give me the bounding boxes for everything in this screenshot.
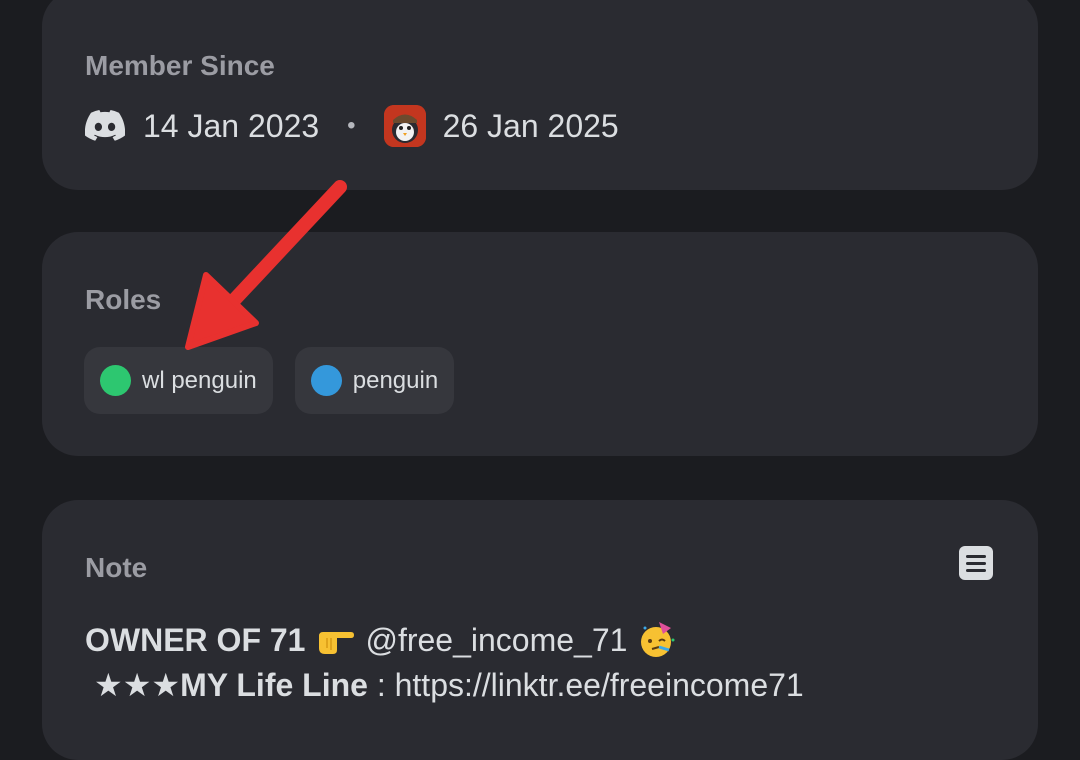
role-label: penguin — [352, 366, 439, 394]
partying-face-icon — [641, 622, 675, 657]
member-since-card: Member Since 14 Jan 2023 • 26 Jan 2025 — [42, 0, 1038, 190]
roles-heading: Roles — [85, 284, 162, 315]
server-icon — [383, 105, 426, 147]
server-join-date: 26 Jan 2025 — [442, 107, 619, 144]
note-text-line-2: ★★★MY Life Line : https://linktr.ee/free… — [94, 666, 804, 704]
note-lifeline-text: MY Life Line — [180, 667, 368, 703]
note-card: Note OWNER OF 71 @free_income_71 ★★★MY L… — [42, 500, 1038, 760]
discord-join-date: 14 Jan 2023 — [143, 107, 320, 144]
note-owner-text: OWNER OF 71 — [85, 621, 306, 658]
role-color-dot — [100, 365, 131, 396]
separator-dot: • — [347, 112, 356, 139]
annotation-arrow-icon — [185, 180, 347, 350]
discord-logo-icon — [85, 110, 125, 141]
note-text-line-1: OWNER OF 71 @free_income_71 — [85, 620, 687, 660]
member-since-row: 14 Jan 2023 • 26 Jan 2025 — [85, 104, 619, 148]
role-label: wl penguin — [142, 366, 257, 394]
note-heading: Note — [85, 552, 148, 583]
role-color-dot — [310, 365, 342, 396]
note-stars-text: ★★★ — [94, 667, 181, 703]
pointing-right-hand-icon — [319, 632, 355, 654]
member-since-heading: Member Since — [85, 50, 275, 81]
note-edit-icon[interactable] — [958, 545, 994, 581]
note-handle-text: @free_income_71 — [365, 621, 628, 658]
note-link-text: : https://linktr.ee/freeincome71 — [367, 667, 804, 703]
